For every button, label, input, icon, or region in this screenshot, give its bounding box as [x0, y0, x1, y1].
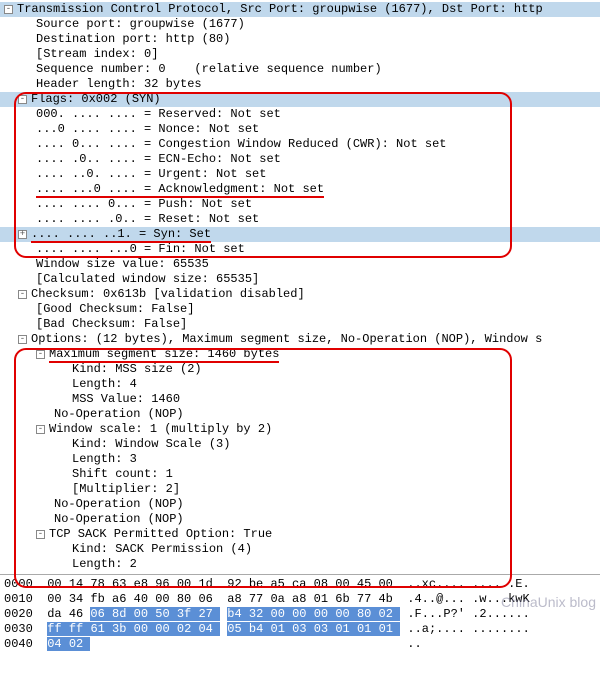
window-size-field[interactable]: Window size value: 65535 [0, 257, 600, 272]
flag-syn[interactable]: +.... .... ..1. = Syn: Set [0, 227, 600, 242]
calc-window-field[interactable]: [Calculated window size: 65535] [0, 272, 600, 287]
sequence-number-field[interactable]: Sequence number: 0 (relative sequence nu… [0, 62, 600, 77]
collapse-icon[interactable]: - [18, 290, 27, 299]
ws-kind[interactable]: Kind: Window Scale (3) [0, 437, 600, 452]
header-length-field[interactable]: Header length: 32 bytes [0, 77, 600, 92]
sack-length[interactable]: Length: 2 [0, 557, 600, 572]
hex-row[interactable]: 0030 ff ff 61 3b 00 00 02 04 05 b4 01 03… [4, 622, 596, 637]
hex-row[interactable]: 0040 04 02 .. [4, 637, 596, 652]
hex-row[interactable]: 0020 da 46 06 8d 00 50 3f 27 b4 32 00 00… [4, 607, 596, 622]
good-checksum-field[interactable]: [Good Checksum: False] [0, 302, 600, 317]
mss-kind[interactable]: Kind: MSS size (2) [0, 362, 600, 377]
flag-fin[interactable]: .... .... ...0 = Fin: Not set [0, 242, 600, 257]
nop-2[interactable]: No-Operation (NOP) [0, 497, 600, 512]
packet-details-tree: -Transmission Control Protocol, Src Port… [0, 0, 600, 574]
mss-header[interactable]: -Maximum segment size: 1460 bytes [0, 347, 600, 362]
collapse-icon[interactable]: - [4, 5, 13, 14]
tcp-protocol-header[interactable]: -Transmission Control Protocol, Src Port… [0, 2, 600, 17]
flags-header[interactable]: -Flags: 0x002 (SYN) [0, 92, 600, 107]
collapse-icon[interactable]: - [18, 95, 27, 104]
expand-icon[interactable]: + [18, 230, 27, 239]
flag-reset[interactable]: .... .... .0.. = Reset: Not set [0, 212, 600, 227]
dst-port-field[interactable]: Destination port: http (80) [0, 32, 600, 47]
header-title: Transmission Control Protocol, Src Port:… [17, 2, 543, 16]
mss-length[interactable]: Length: 4 [0, 377, 600, 392]
checksum-header[interactable]: -Checksum: 0x613b [validation disabled] [0, 287, 600, 302]
sack-header[interactable]: -TCP SACK Permitted Option: True [0, 527, 600, 542]
hex-row[interactable]: 0010 00 34 fb a6 40 00 80 06 a8 77 0a a8… [4, 592, 596, 607]
flag-cwr[interactable]: .... 0... .... = Congestion Window Reduc… [0, 137, 600, 152]
options-header[interactable]: -Options: (12 bytes), Maximum segment si… [0, 332, 600, 347]
hex-row[interactable]: 0000 00 14 78 63 e8 96 00 1d 92 be a5 ca… [4, 577, 596, 592]
flag-nonce[interactable]: ...0 .... .... = Nonce: Not set [0, 122, 600, 137]
collapse-icon[interactable]: - [36, 350, 45, 359]
ws-multiplier[interactable]: [Multiplier: 2] [0, 482, 600, 497]
flag-ecn[interactable]: .... .0.. .... = ECN-Echo: Not set [0, 152, 600, 167]
ws-length[interactable]: Length: 3 [0, 452, 600, 467]
flag-ack[interactable]: .... ...0 .... = Acknowledgment: Not set [0, 182, 600, 197]
mss-value[interactable]: MSS Value: 1460 [0, 392, 600, 407]
nop-1[interactable]: No-Operation (NOP) [0, 407, 600, 422]
bad-checksum-field[interactable]: [Bad Checksum: False] [0, 317, 600, 332]
flag-reserved[interactable]: 000. .... .... = Reserved: Not set [0, 107, 600, 122]
src-port-field[interactable]: Source port: groupwise (1677) [0, 17, 600, 32]
sack-kind[interactable]: Kind: SACK Permission (4) [0, 542, 600, 557]
collapse-icon[interactable]: - [36, 425, 45, 434]
window-scale-header[interactable]: -Window scale: 1 (multiply by 2) [0, 422, 600, 437]
nop-3[interactable]: No-Operation (NOP) [0, 512, 600, 527]
hex-dump-pane[interactable]: 0000 00 14 78 63 e8 96 00 1d 92 be a5 ca… [0, 574, 600, 654]
collapse-icon[interactable]: - [18, 335, 27, 344]
collapse-icon[interactable]: - [36, 530, 45, 539]
flag-push[interactable]: .... .... 0... = Push: Not set [0, 197, 600, 212]
ws-shift[interactable]: Shift count: 1 [0, 467, 600, 482]
flag-urgent[interactable]: .... ..0. .... = Urgent: Not set [0, 167, 600, 182]
stream-index-field[interactable]: [Stream index: 0] [0, 47, 600, 62]
